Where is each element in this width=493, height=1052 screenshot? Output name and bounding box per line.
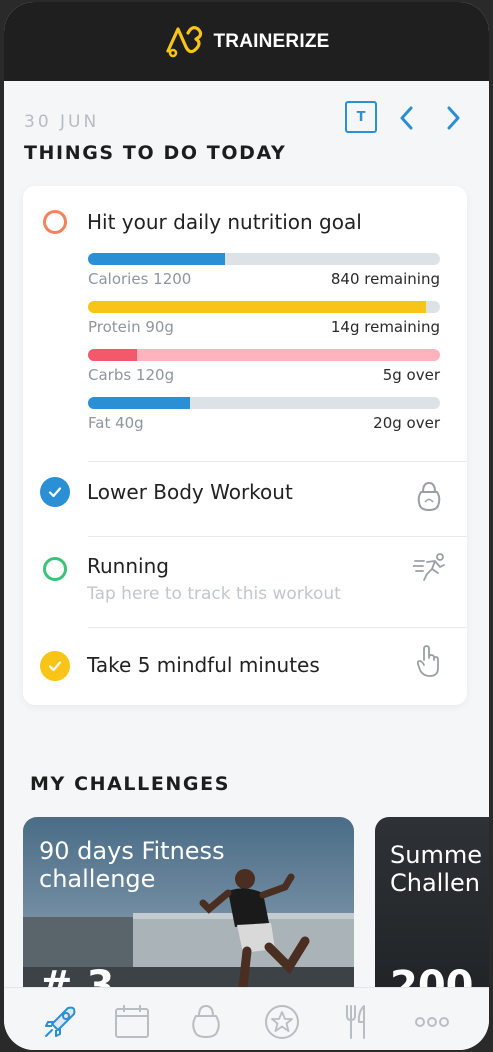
calories-status: 840 remaining [330,270,440,288]
challenge-title-line1: Summe [390,841,482,869]
calories-progress-bar [88,253,440,265]
previous-day-arrow-icon[interactable] [395,104,419,132]
completed-check-icon[interactable] [40,477,70,507]
divider [88,627,467,628]
carbs-bar-fill [88,349,138,361]
fat-label: Fat 40g [88,414,144,432]
calories-label: Calories 1200 [88,270,192,288]
protein-progress-bar [88,301,440,313]
carbs-status: 5g over [382,366,440,384]
completed-check-icon[interactable] [40,651,70,681]
nutrition-status-circle[interactable] [43,210,67,234]
challenge-title-line1: 90 days Fitness [39,837,225,865]
more-icon[interactable] [410,1000,454,1044]
today-button[interactable]: T [345,101,377,133]
carbs-progress-bar [88,349,440,361]
star-badge-icon[interactable] [260,1000,304,1044]
divider [88,536,467,537]
my-challenges-title: MY CHALLENGES [30,773,230,795]
hand-icon [416,645,439,677]
brand-name: TRAINERIZE [213,30,330,52]
trainerize-logo-icon [165,25,202,57]
carbs-label: Carbs 120g [88,366,175,384]
challenge-title-line2: challenge [39,865,156,893]
running-label: Running [87,554,169,578]
kettlebell-icon [417,481,441,511]
calendar-icon[interactable] [110,1000,154,1044]
protein-label: Protein 90g [88,318,174,336]
app-screen: TRAINERIZE 30 JUN THINGS TO DO TODAY T H… [4,2,489,1050]
fat-bar-fill [88,397,191,409]
running-icon [413,553,445,581]
protein-bar-fill [88,301,426,313]
top-bar: TRAINERIZE [4,2,489,81]
divider [88,461,467,462]
things-to-do-title: THINGS TO DO TODAY [24,142,287,164]
mindful-minutes-label: Take 5 mindful minutes [87,653,320,677]
fat-progress-bar [88,397,440,409]
date-label: 30 JUN [24,112,100,132]
kettlebell-icon[interactable] [184,1000,228,1044]
rocket-icon[interactable] [38,1000,82,1044]
logo: TRAINERIZE [164,25,330,59]
lower-body-workout-label: Lower Body Workout [87,480,293,504]
nutrition-task-label: Hit your daily nutrition goal [87,210,362,234]
fat-status: 20g over [373,414,440,432]
running-status-circle[interactable] [43,557,67,581]
next-day-arrow-icon[interactable] [441,104,465,132]
running-sublabel: Tap here to track this workout [87,584,341,604]
challenge-title-line2: Challen [390,869,480,897]
calories-bar-fill [88,253,226,265]
protein-status: 14g remaining [330,318,440,336]
todo-card: Hit your daily nutrition goal Calories 1… [23,186,467,705]
bottom-nav [4,987,489,1050]
fork-knife-icon[interactable] [334,1000,378,1044]
